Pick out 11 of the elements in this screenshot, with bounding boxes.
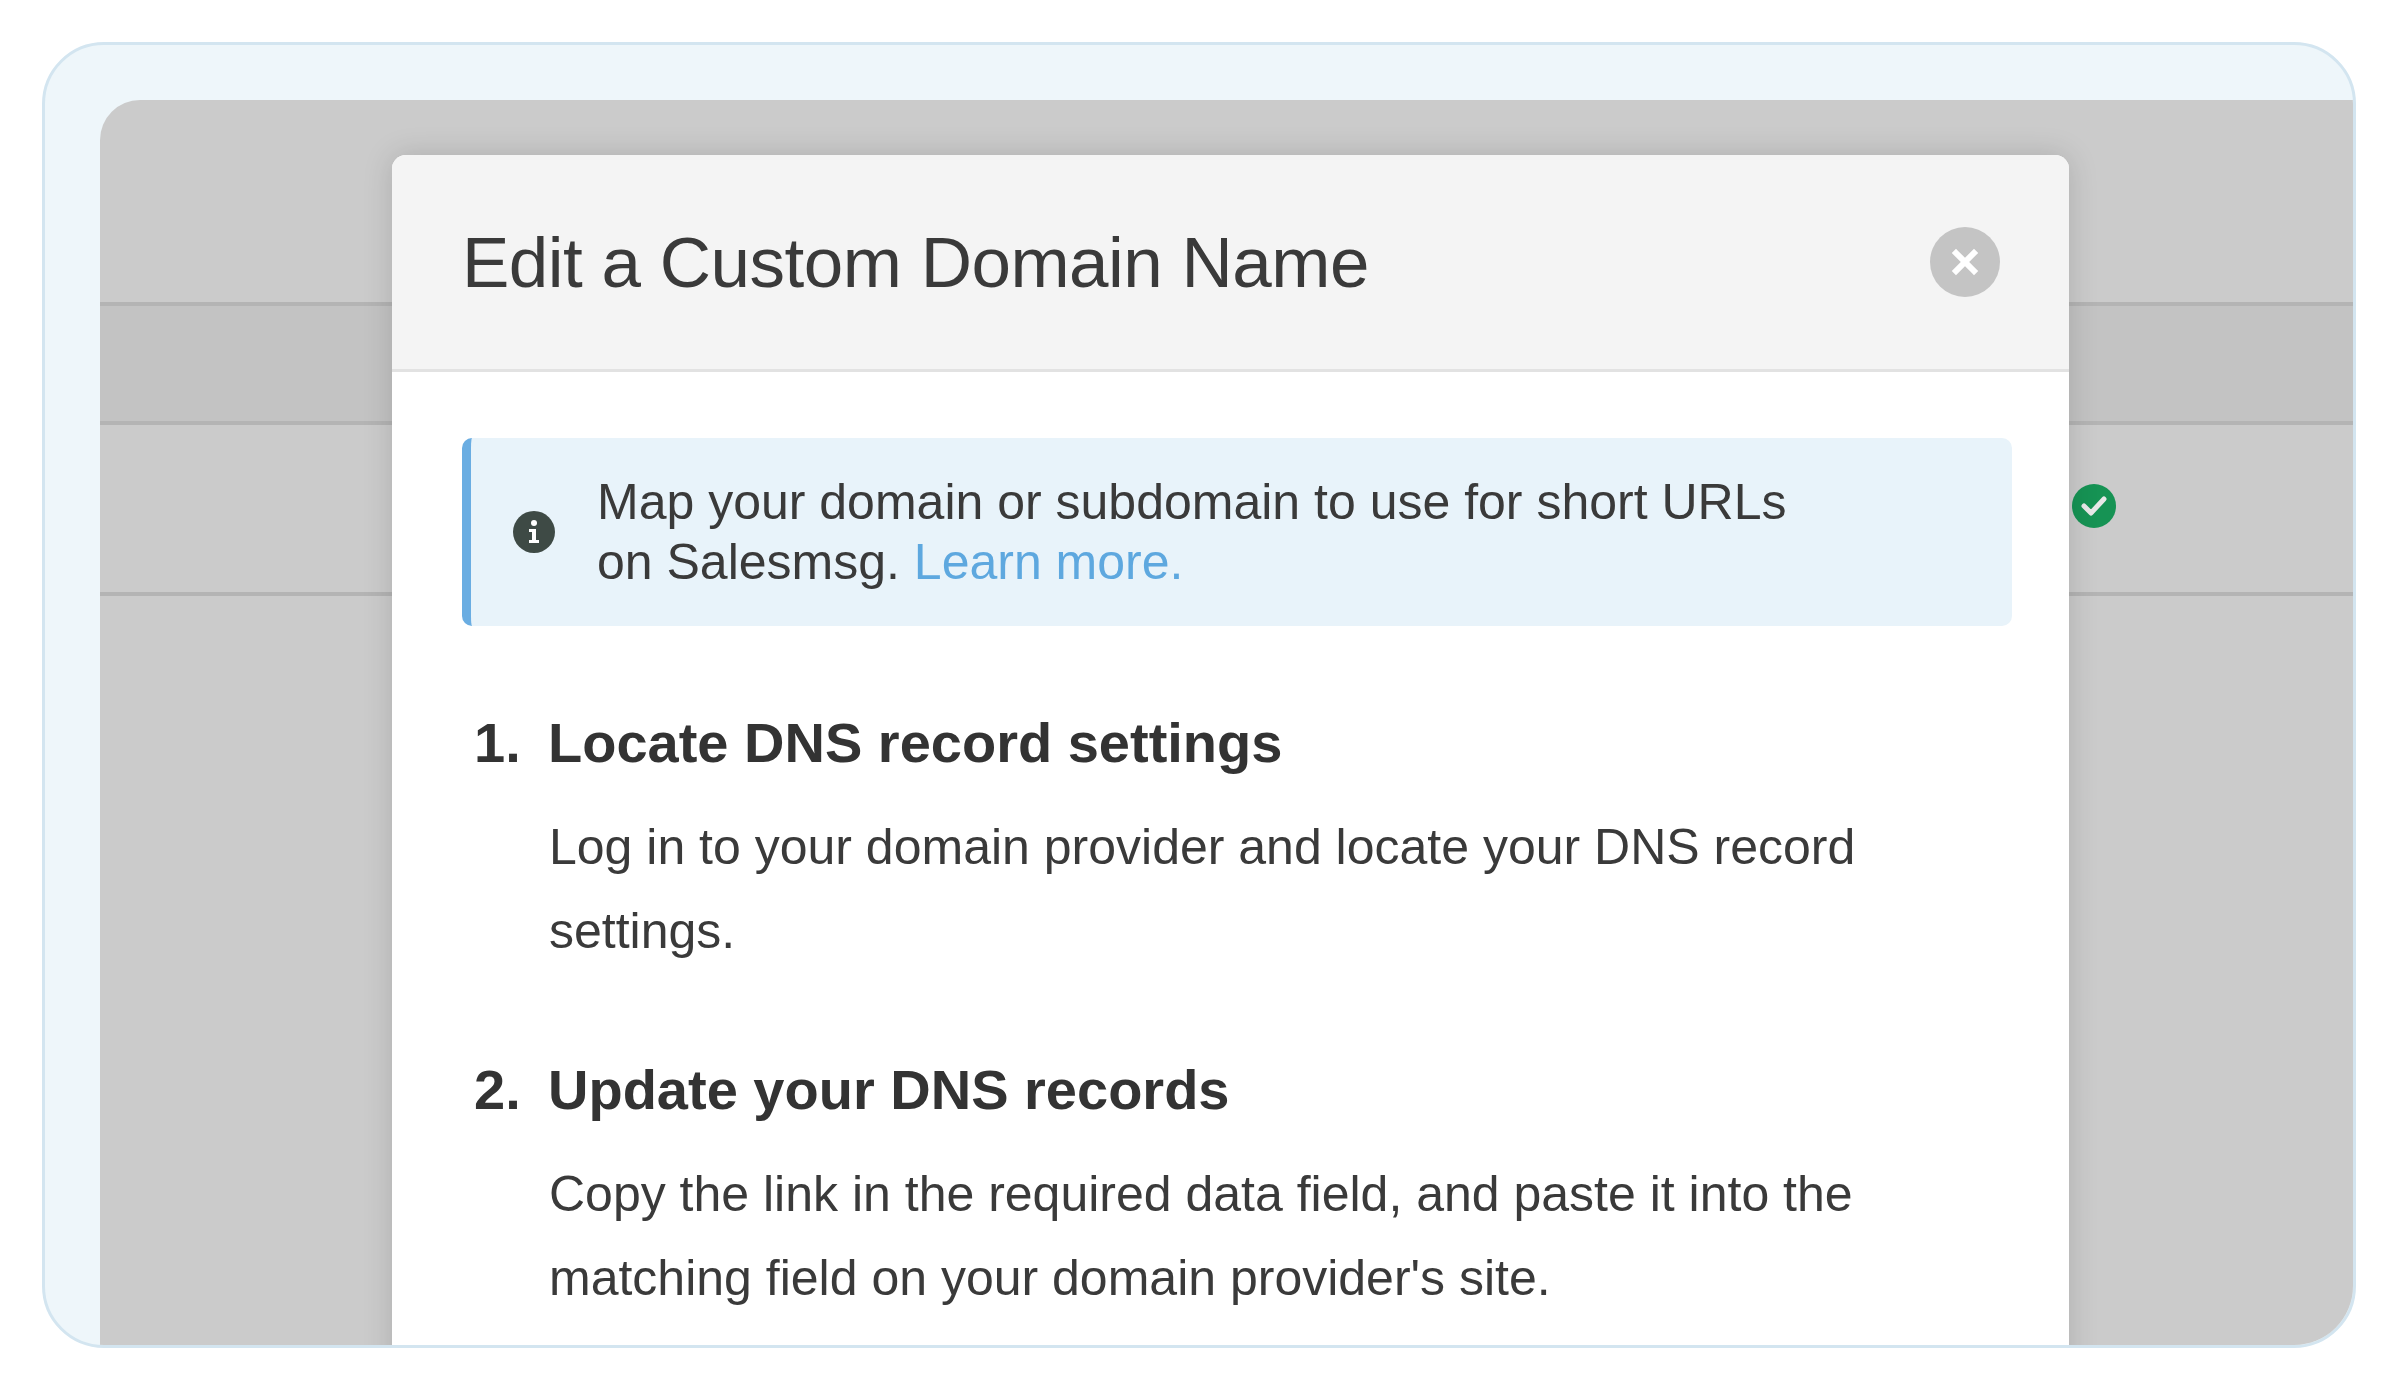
step-description: Copy the link in the required data field, and paste it into the matching field on your domain provider's site. xyxy=(549,1165,1854,1308)
info-message: Map your domain or subdomain to use for short URLs on Salesmsg. Learn more. xyxy=(597,473,1788,592)
step-number: 2. xyxy=(474,1057,522,1122)
check-circle-icon xyxy=(2072,483,2116,528)
step-heading: Update your DNS records xyxy=(548,1057,1230,1122)
learn-more-link[interactable]: Learn more. xyxy=(913,534,1184,590)
info-icon xyxy=(513,511,555,553)
step-description: Log in to your domain provider and locate your DNS record settings. xyxy=(549,818,1857,961)
step-number: 1. xyxy=(474,710,522,775)
step-heading: Locate DNS record settings xyxy=(548,710,1283,775)
dialog-title: Edit a Custom Domain Name xyxy=(462,221,1369,303)
